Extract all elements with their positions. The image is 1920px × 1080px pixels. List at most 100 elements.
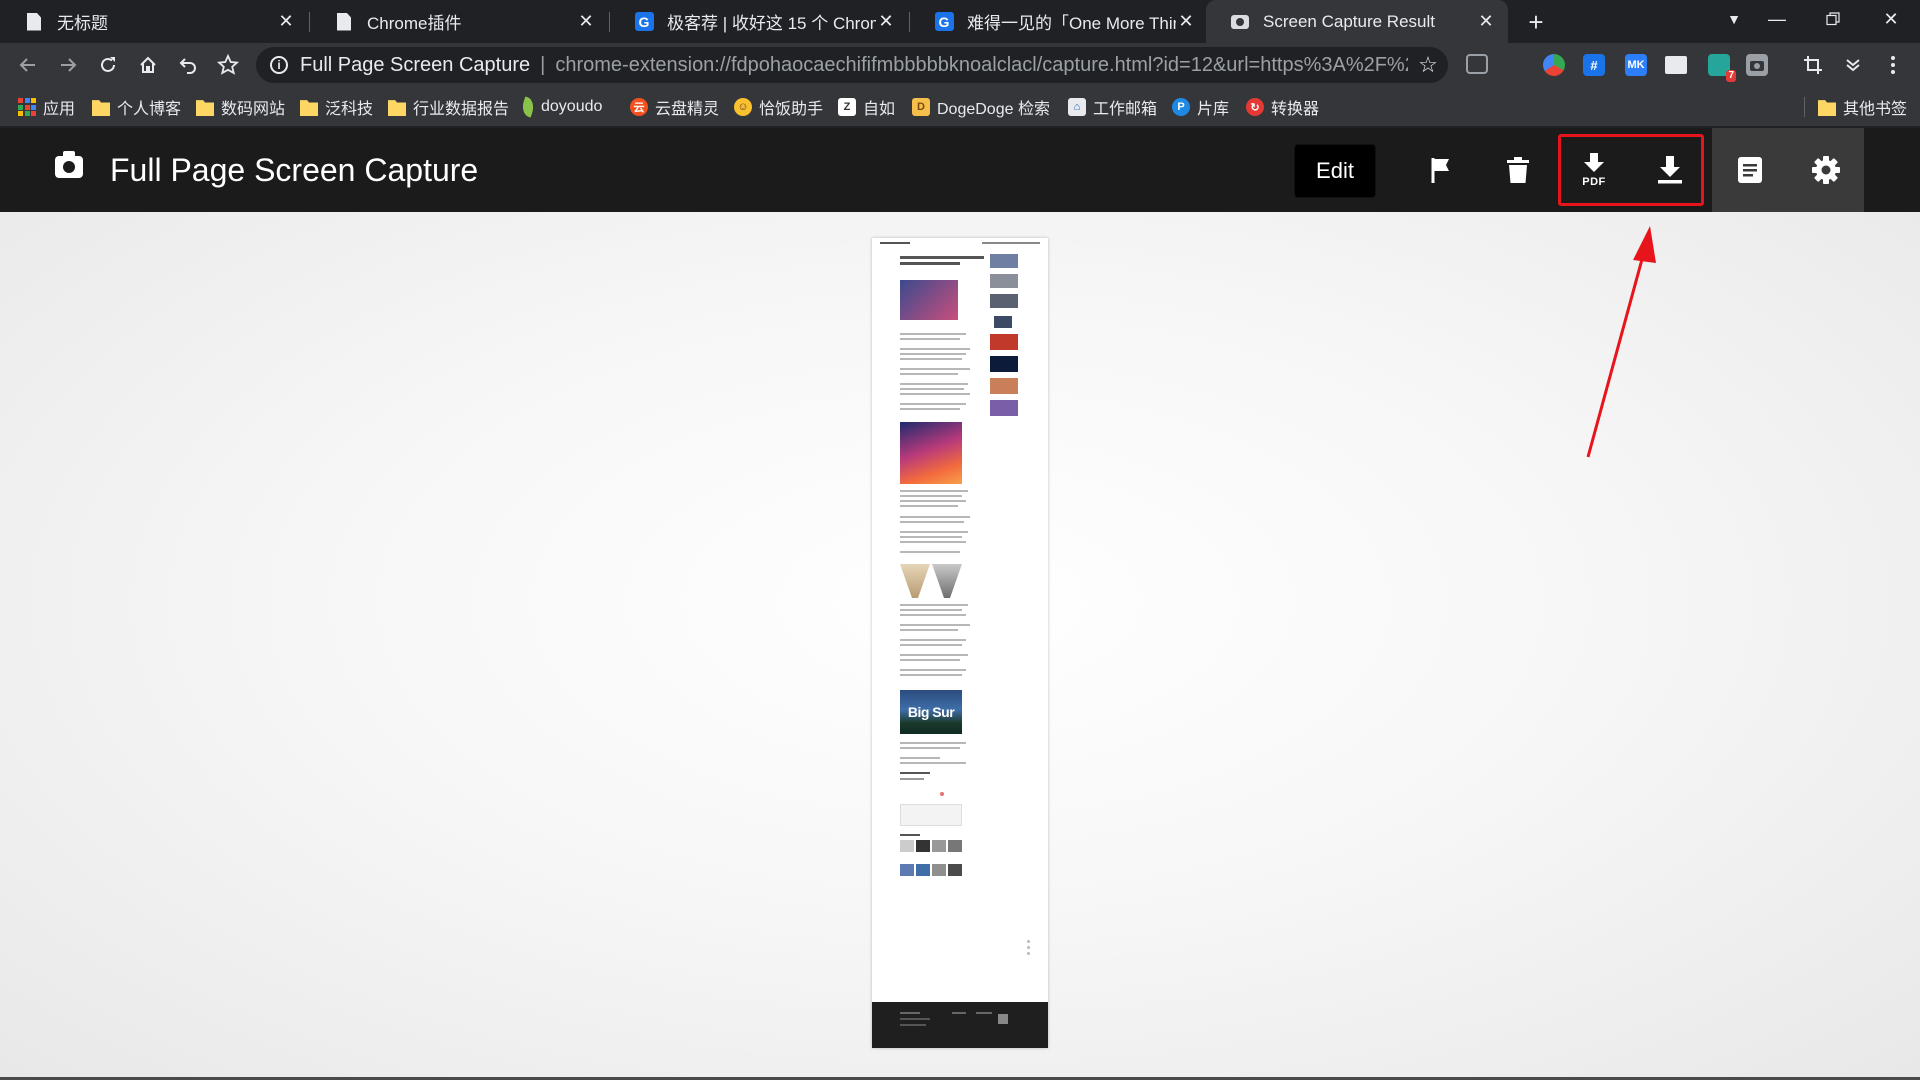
card-extension-icon[interactable] xyxy=(1665,56,1687,74)
bookmark-pan-tech[interactable]: 泛科技 xyxy=(300,87,373,127)
trash-icon xyxy=(1507,157,1529,183)
bookmark-label: 云盘精灵 xyxy=(655,101,720,118)
home-icon xyxy=(140,56,156,73)
bookmark-work-mail[interactable]: ⌂ 工作邮箱 xyxy=(1068,87,1157,127)
p-circle-icon: P xyxy=(1172,98,1190,116)
close-icon[interactable]: ✕ xyxy=(1176,11,1196,32)
close-icon[interactable]: ✕ xyxy=(876,11,896,32)
edit-button[interactable]: Edit xyxy=(1294,144,1376,198)
bookmark-apps[interactable]: 应用 xyxy=(18,87,75,127)
folder-icon xyxy=(1818,100,1836,116)
site-name: Full Page Screen Capture xyxy=(300,53,531,76)
bookmark-label: 转换器 xyxy=(1271,101,1320,118)
tab-title: Screen Capture Result xyxy=(1263,11,1435,31)
bookmark-label: 自如 xyxy=(863,101,896,118)
home-button[interactable] xyxy=(132,49,164,81)
minimize-button[interactable]: — xyxy=(1754,0,1800,38)
new-tab-button[interactable]: + xyxy=(1520,6,1552,38)
tab-one-more-thing[interactable]: G 难得一见的「One More Thing」 ✕ xyxy=(910,0,1208,43)
bookmark-other-bookmarks[interactable]: 其他书签 xyxy=(1818,87,1907,127)
bookmark-label: 行业数据报告 xyxy=(413,101,510,118)
url-separator: | xyxy=(540,53,546,76)
bookmark-label: 应用 xyxy=(43,101,76,118)
address-bar[interactable]: i Full Page Screen Capture | chrome-exte… xyxy=(256,47,1448,83)
smiley-icon: ☺ xyxy=(734,98,752,116)
close-icon[interactable]: ✕ xyxy=(576,11,596,32)
bookmark-star-button[interactable] xyxy=(212,49,244,81)
bookmark-label: doyoudo xyxy=(541,98,603,115)
browser-toolbar: i Full Page Screen Capture | chrome-exte… xyxy=(0,43,1920,87)
back-button[interactable] xyxy=(12,49,44,81)
flag-icon xyxy=(1431,158,1449,183)
camera-icon xyxy=(1750,61,1764,71)
bookmark-cloud-elf[interactable]: 云 云盘精灵 xyxy=(630,87,719,127)
grid-extension-icon[interactable]: 7 xyxy=(1708,54,1736,82)
bookmark-page-star-icon[interactable]: ☆ xyxy=(1408,52,1448,78)
bookmark-label: 其他书签 xyxy=(1843,101,1908,118)
bookmark-meal-helper[interactable]: ☺ 恰饭助手 xyxy=(734,87,823,127)
details-button[interactable] xyxy=(1712,128,1788,212)
mk-extension-icon[interactable]: MK xyxy=(1625,54,1647,76)
bookmark-converter[interactable]: ↻ 转换器 xyxy=(1246,87,1319,127)
bookmark-industry-reports[interactable]: 行业数据报告 xyxy=(388,87,509,127)
bookmark-dogedoge[interactable]: D DogeDoge 检索 xyxy=(912,87,1050,127)
restore-button[interactable] xyxy=(1810,0,1856,38)
close-icon[interactable]: ✕ xyxy=(276,11,296,32)
tab-screen-capture-result[interactable]: Screen Capture Result ✕ xyxy=(1206,0,1508,43)
delete-button[interactable] xyxy=(1480,128,1556,212)
extension-badge: 7 xyxy=(1726,70,1736,82)
color-extension-icon[interactable] xyxy=(1543,54,1565,76)
capture-canvas: Big Sur xyxy=(0,212,1920,1080)
bookmark-label: 泛科技 xyxy=(325,101,374,118)
menu-dots-icon[interactable] xyxy=(1882,54,1904,76)
tab-search-chevron-icon[interactable]: ▼ xyxy=(1711,0,1757,38)
bookmark-label: 数码网站 xyxy=(221,101,286,118)
g-logo-icon: G xyxy=(634,12,654,32)
cloud-badge-icon: 云 xyxy=(630,98,648,116)
arrow-left-icon xyxy=(19,58,35,72)
info-icon[interactable]: i xyxy=(270,56,288,74)
tab-title: Chrome插件 xyxy=(367,14,462,33)
settings-button[interactable] xyxy=(1788,128,1864,212)
annotation-arrow xyxy=(1586,226,1656,458)
tab-title: 难得一见的「One More Thing」 xyxy=(967,14,1176,33)
tab-title: 极客荐 | 收好这 15 个 Chrome 扌 xyxy=(667,14,876,33)
close-window-button[interactable]: ✕ xyxy=(1868,0,1914,38)
leaf-icon xyxy=(519,96,537,118)
arrow-shaft xyxy=(1586,251,1646,458)
bookmark-label: DogeDoge 检索 xyxy=(937,101,1050,118)
bookmark-personal-blog[interactable]: 个人博客 xyxy=(92,87,181,127)
reload-icon xyxy=(101,57,115,72)
tab-title: 无标题 xyxy=(57,14,108,33)
forward-button[interactable] xyxy=(52,49,84,81)
convert-icon: ↻ xyxy=(1246,98,1264,116)
tab-untitled[interactable]: 无标题 ✕ xyxy=(0,0,308,43)
tab-chrome-plugins[interactable]: Chrome插件 ✕ xyxy=(310,0,608,43)
bookmark-doyoudo[interactable]: doyoudo xyxy=(519,87,603,127)
apps-grid-icon xyxy=(18,98,36,116)
bookmark-label: 片库 xyxy=(1197,101,1230,118)
hashtag-icon[interactable]: # xyxy=(1583,54,1605,76)
reader-mode-icon[interactable] xyxy=(1466,54,1488,74)
double-chevron-down-icon[interactable] xyxy=(1842,54,1864,76)
url-text[interactable]: chrome-extension://fdpohaocaechififmbbbb… xyxy=(555,54,1408,77)
undo-icon xyxy=(179,58,196,74)
crop-icon[interactable] xyxy=(1802,54,1824,76)
bookmark-film-library[interactable]: P 片库 xyxy=(1172,87,1229,127)
tab-geek-recommend[interactable]: G 极客荐 | 收好这 15 个 Chrome 扌 ✕ xyxy=(610,0,908,43)
bookmarks-bar: 应用 个人博客 数码网站 泛科技 行业数据报告 doyoudo 云 云盘精灵 ☺… xyxy=(0,87,1920,127)
reload-button[interactable] xyxy=(92,49,124,81)
undo-close-tab-button[interactable] xyxy=(172,49,204,81)
bookmark-ziroom[interactable]: Z 自如 xyxy=(838,87,895,127)
screen-capture-extension-icon[interactable] xyxy=(1746,54,1768,76)
folder-icon xyxy=(388,100,406,116)
mail-house-icon: ⌂ xyxy=(1068,98,1086,116)
bookmark-digital-sites[interactable]: 数码网站 xyxy=(196,87,285,127)
bookmark-label: 恰饭助手 xyxy=(759,101,824,118)
camera-icon xyxy=(1230,12,1250,32)
download-buttons-highlight xyxy=(1558,134,1704,206)
page-title: Full Page Screen Capture xyxy=(110,152,479,188)
flag-button[interactable] xyxy=(1404,128,1480,212)
close-icon[interactable]: ✕ xyxy=(1476,11,1496,32)
document-icon xyxy=(24,12,44,32)
